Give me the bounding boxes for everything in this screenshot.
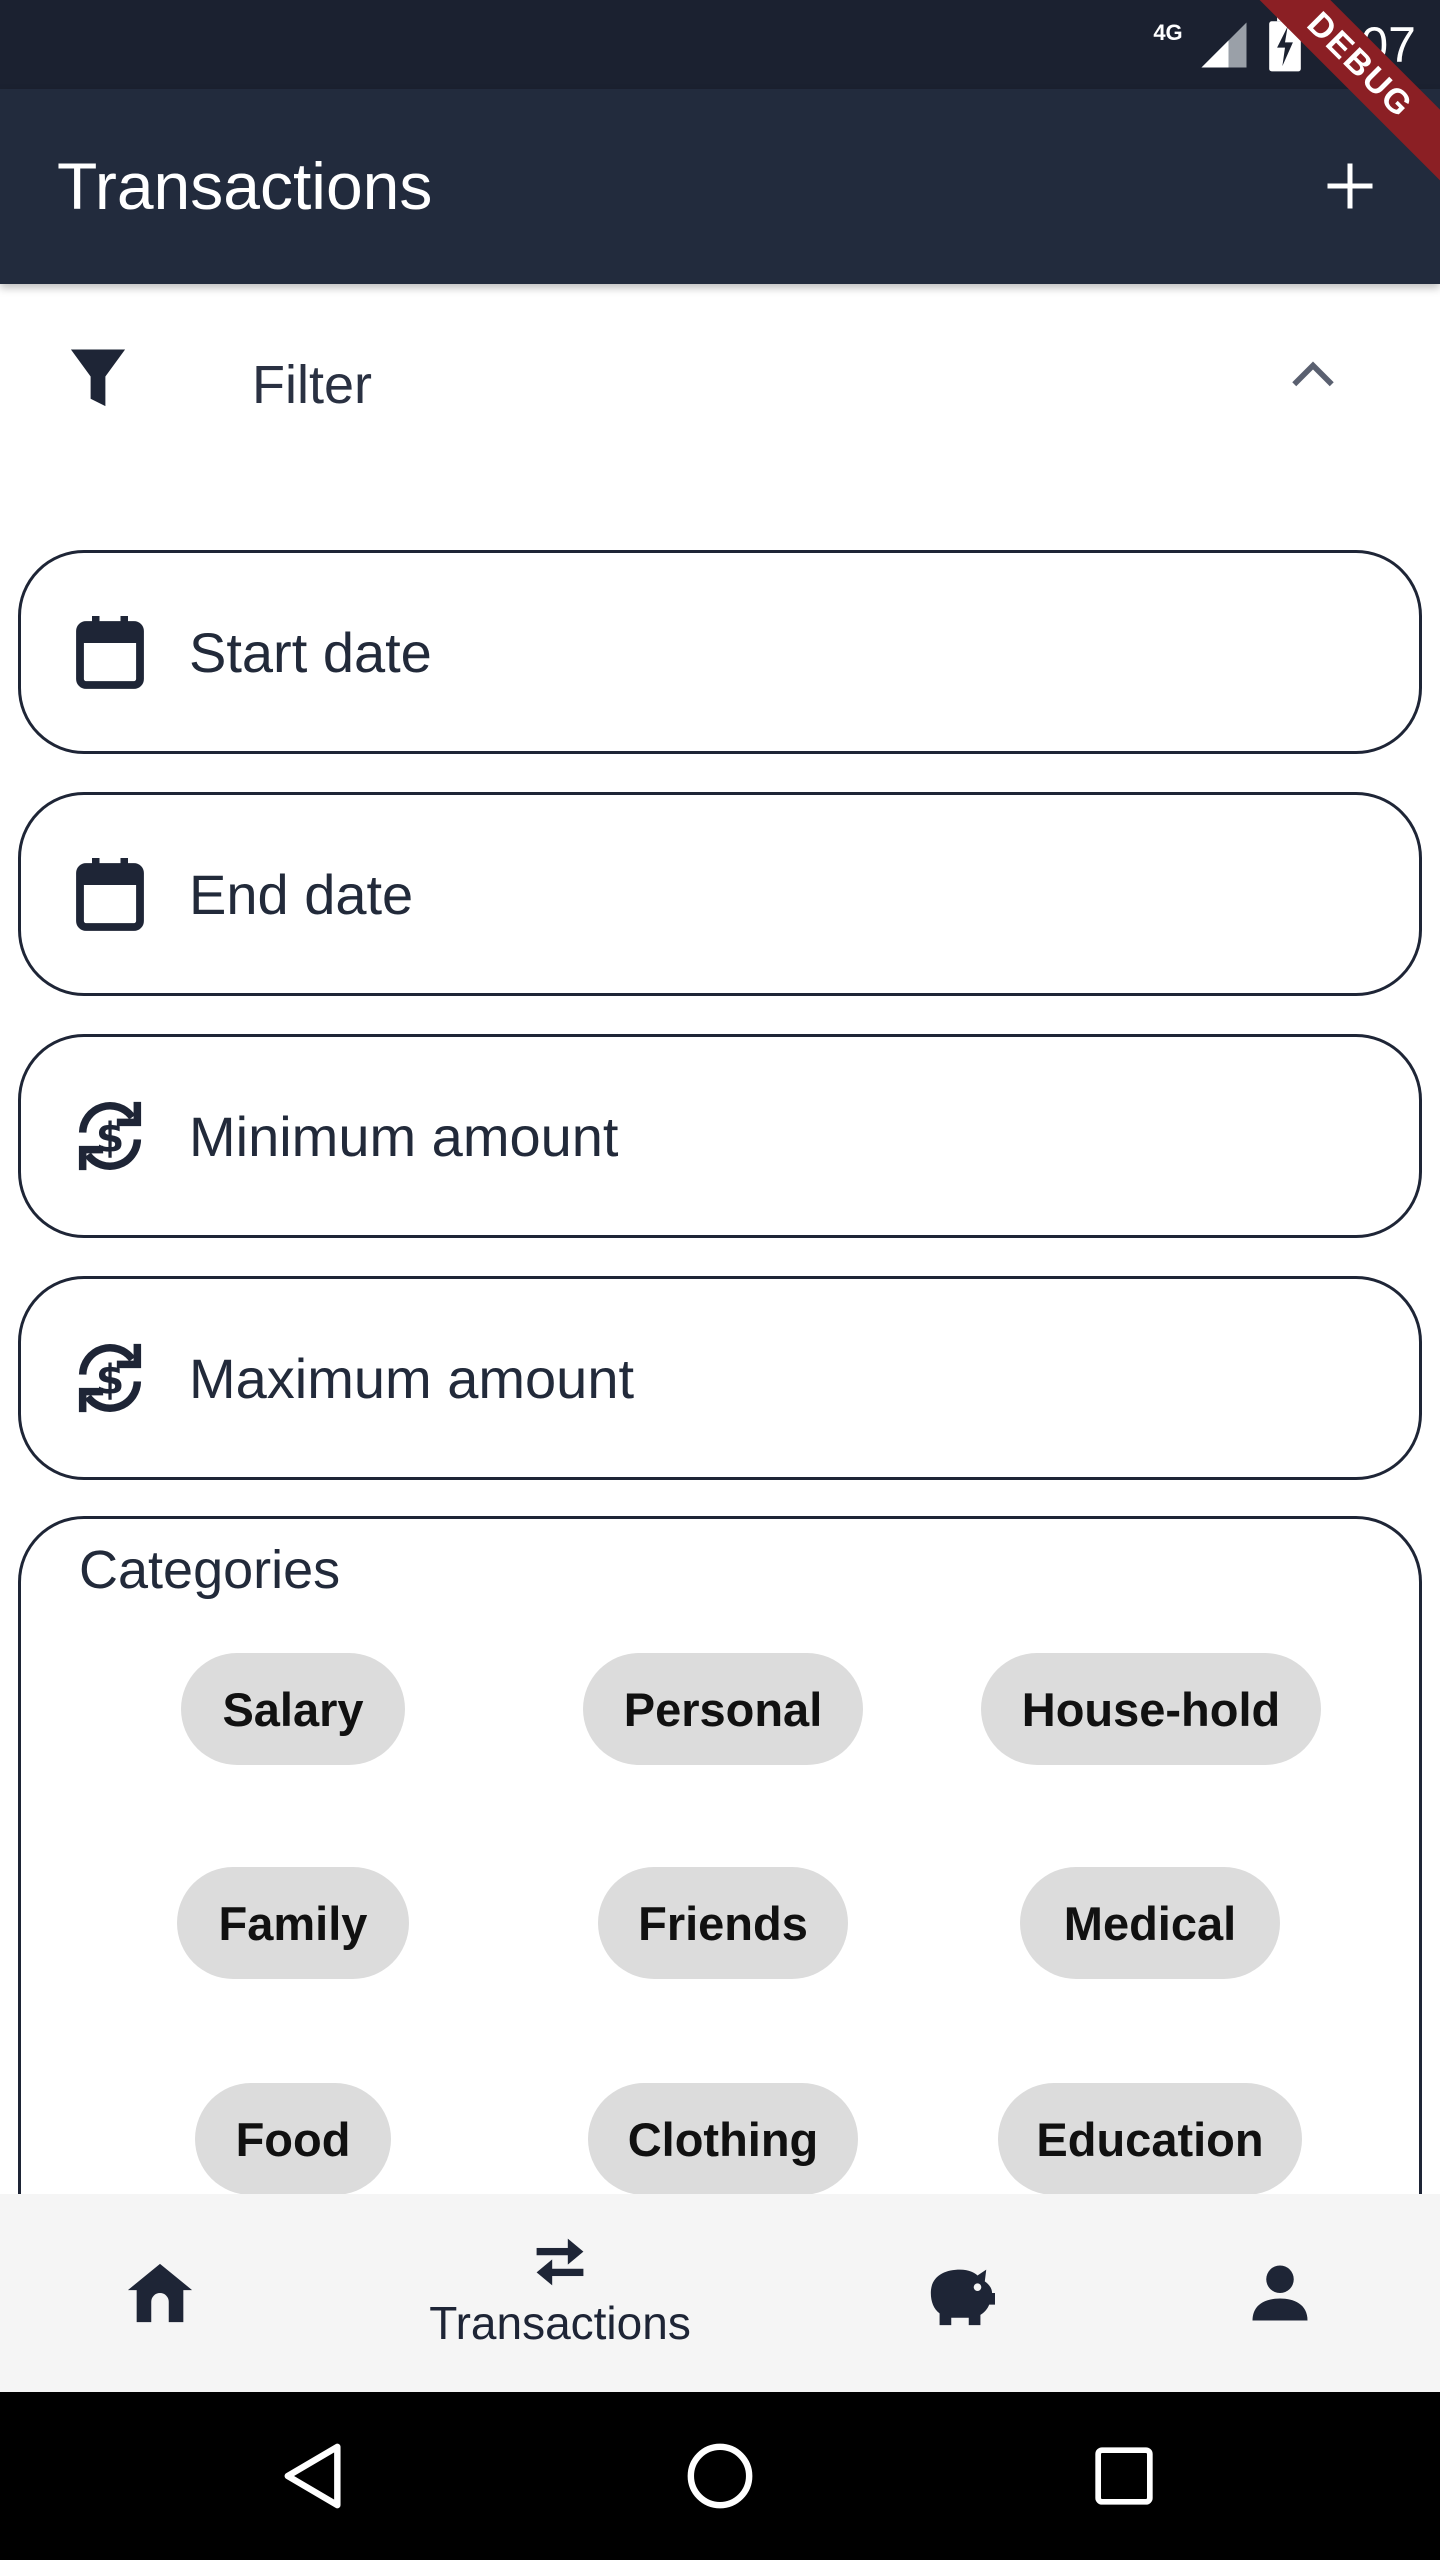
end-date-placeholder: End date (189, 862, 414, 926)
start-date-placeholder: Start date (189, 620, 432, 684)
category-chip-personal[interactable]: Personal (583, 1653, 863, 1765)
piggy-bank-icon (930, 2269, 995, 2326)
nav-home[interactable] (0, 2194, 320, 2392)
category-chip-friends[interactable]: Friends (598, 1867, 848, 1979)
filter-label: Filter (252, 355, 372, 415)
system-home-button[interactable] (672, 2428, 768, 2524)
svg-text:$: $ (96, 1113, 125, 1161)
person-icon (1252, 2265, 1308, 2321)
end-date-field[interactable]: End date (18, 792, 1422, 996)
nav-transactions[interactable]: Transactions (400, 2194, 720, 2392)
calendar-icon (65, 607, 155, 697)
nav-savings[interactable] (800, 2194, 1120, 2392)
maximum-amount-placeholder: Maximum amount (189, 1346, 635, 1410)
system-back-button[interactable] (266, 2428, 362, 2524)
category-chip-medical[interactable]: Medical (1020, 1867, 1280, 1979)
nav-transactions-label: Transactions (429, 2297, 691, 2349)
back-triangle-icon (284, 2443, 341, 2509)
category-chip-family[interactable]: Family (177, 1867, 409, 1979)
add-transaction-button[interactable] (1300, 136, 1400, 236)
network-type: 4G (1153, 19, 1183, 45)
swap-arrows-icon (536, 2238, 584, 2286)
category-chip-household[interactable]: House-hold (981, 1653, 1321, 1765)
currency-exchange-icon: $ (65, 1333, 155, 1423)
category-chip-salary[interactable]: Salary (181, 1653, 405, 1765)
page-title: Transactions (57, 149, 433, 223)
recents-square-icon (1095, 2447, 1153, 2505)
minimum-amount-field[interactable]: $ Minimum amount (18, 1034, 1422, 1238)
home-icon (127, 2263, 193, 2323)
system-recents-button[interactable] (1076, 2428, 1172, 2524)
filter-toggle[interactable]: Filter (0, 284, 1440, 474)
status-bar: 4G 7:07 DEBUG (0, 0, 1440, 189)
svg-text:$: $ (96, 1355, 125, 1403)
bottom-navigation: Transactions (0, 2194, 1440, 2392)
system-navigation-bar (0, 2392, 1440, 2560)
app-bar: Transactions (0, 89, 1440, 284)
filter-icon (70, 349, 126, 407)
plus-icon (1327, 163, 1373, 209)
calendar-icon (65, 849, 155, 939)
category-chip-education[interactable]: Education (998, 2083, 1302, 2195)
category-chip-clothing[interactable]: Clothing (588, 2083, 858, 2195)
maximum-amount-field[interactable]: $ Maximum amount (18, 1276, 1422, 1480)
categories-label: Categories (79, 1540, 341, 1600)
start-date-field[interactable]: Start date (18, 550, 1422, 754)
nav-profile[interactable] (1120, 2194, 1440, 2392)
minimum-amount-placeholder: Minimum amount (189, 1104, 619, 1168)
chevron-up-icon[interactable] (1290, 358, 1336, 388)
category-chip-food[interactable]: Food (195, 2083, 391, 2195)
signal-icon (1201, 22, 1247, 67)
home-circle-icon (687, 2443, 753, 2509)
currency-exchange-icon: $ (65, 1091, 155, 1181)
